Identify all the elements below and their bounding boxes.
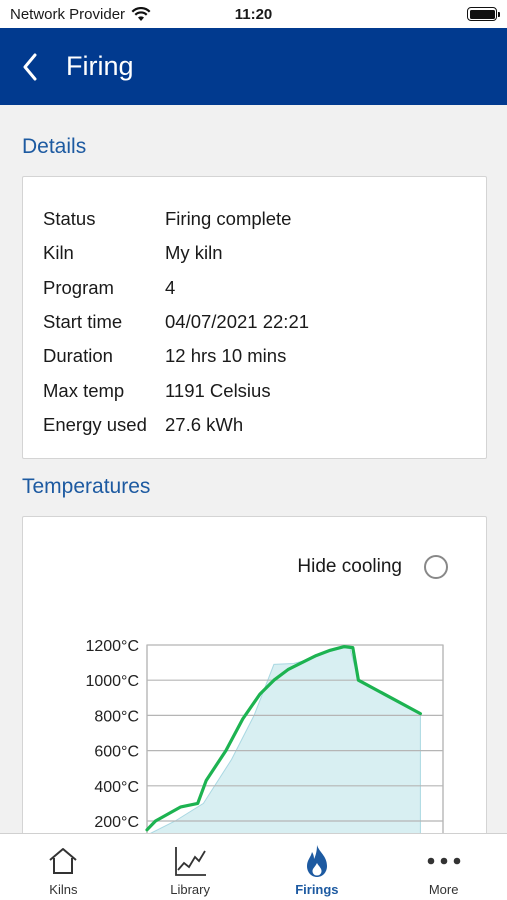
ellipsis-icon bbox=[427, 857, 460, 865]
details-card: Status Firing complete Kiln My kiln Program 4… bbox=[22, 176, 487, 459]
flame-icon bbox=[306, 845, 327, 877]
temperatures-section-title: Temperatures bbox=[22, 475, 151, 498]
y-tick-label: 400°C bbox=[94, 779, 139, 796]
battery-icon bbox=[467, 7, 500, 21]
detail-label: Kiln bbox=[43, 242, 74, 264]
tab-label: Library bbox=[170, 882, 210, 897]
firing-detail-content[interactable]: Details Status Firing complete Kiln My kiln… bbox=[0, 105, 507, 833]
detail-value: 4 bbox=[165, 276, 176, 298]
tab-label: More bbox=[428, 882, 459, 897]
status-bar: Network Provider 11:20 bbox=[0, 0, 507, 28]
detail-row: Duration 12 hrs 10 mins bbox=[43, 339, 309, 373]
detail-value: 27.6 kWh bbox=[165, 413, 244, 435]
wifi-icon bbox=[131, 6, 151, 21]
chart-icon bbox=[175, 847, 207, 876]
back-button[interactable] bbox=[0, 28, 60, 105]
detail-row: Start time 04/07/2021 22:21 bbox=[43, 305, 309, 339]
temperatures-card: Hide cooling 1200°C 1000°C 800°C 600°C 400°C… bbox=[22, 516, 487, 833]
tab-firings[interactable]: Firings bbox=[254, 834, 381, 900]
y-tick-label: 600°C bbox=[94, 744, 139, 761]
house-icon bbox=[49, 848, 78, 874]
temperature-chart: 1200°C 1000°C 800°C 600°C 400°C 200°C bbox=[85, 638, 444, 833]
tab-kilns[interactable]: Kilns bbox=[0, 834, 127, 900]
tab-label: Kilns bbox=[49, 882, 78, 897]
y-tick-label: 800°C bbox=[94, 708, 139, 725]
detail-label: Program bbox=[43, 276, 114, 298]
detail-label: Max temp bbox=[43, 379, 125, 401]
tab-bar: Kilns Library Firings More bbox=[0, 833, 507, 900]
detail-label: Start time bbox=[43, 311, 123, 333]
tab-library[interactable]: Library bbox=[127, 834, 254, 900]
detail-value: My kiln bbox=[165, 242, 223, 264]
detail-value: 1191 Celsius bbox=[165, 379, 271, 401]
y-tick-label: 1200°C bbox=[85, 638, 139, 655]
page-title: Firing bbox=[66, 51, 134, 81]
detail-label: Energy used bbox=[43, 413, 147, 435]
detail-row: Kiln My kiln bbox=[43, 236, 309, 270]
y-tick-label: 200°C bbox=[94, 814, 139, 831]
tab-more[interactable]: More bbox=[380, 834, 507, 900]
chevron-left-icon bbox=[23, 53, 37, 80]
detail-value: 04/07/2021 22:21 bbox=[165, 311, 310, 333]
detail-value: 12 hrs 10 mins bbox=[165, 345, 287, 367]
details-section-title: Details bbox=[22, 135, 87, 158]
details-table: Status Firing complete Kiln My kiln Program 4… bbox=[43, 202, 309, 442]
detail-row: Program 4 bbox=[43, 271, 309, 305]
detail-label: Status bbox=[43, 208, 96, 230]
detail-row: Status Firing complete bbox=[43, 202, 309, 236]
detail-row: Max temp 1191 Celsius bbox=[43, 373, 309, 407]
carrier-name: Network Provider bbox=[10, 5, 126, 23]
y-tick-label: 1000°C bbox=[85, 673, 139, 690]
nav-bar: Firing bbox=[0, 28, 507, 105]
detail-row: Energy used 27.6 kWh bbox=[43, 408, 309, 442]
detail-label: Duration bbox=[43, 345, 113, 367]
detail-value: Firing complete bbox=[165, 208, 292, 230]
tab-label: Firings bbox=[295, 882, 339, 897]
carrier-info: Network Provider bbox=[10, 6, 151, 23]
